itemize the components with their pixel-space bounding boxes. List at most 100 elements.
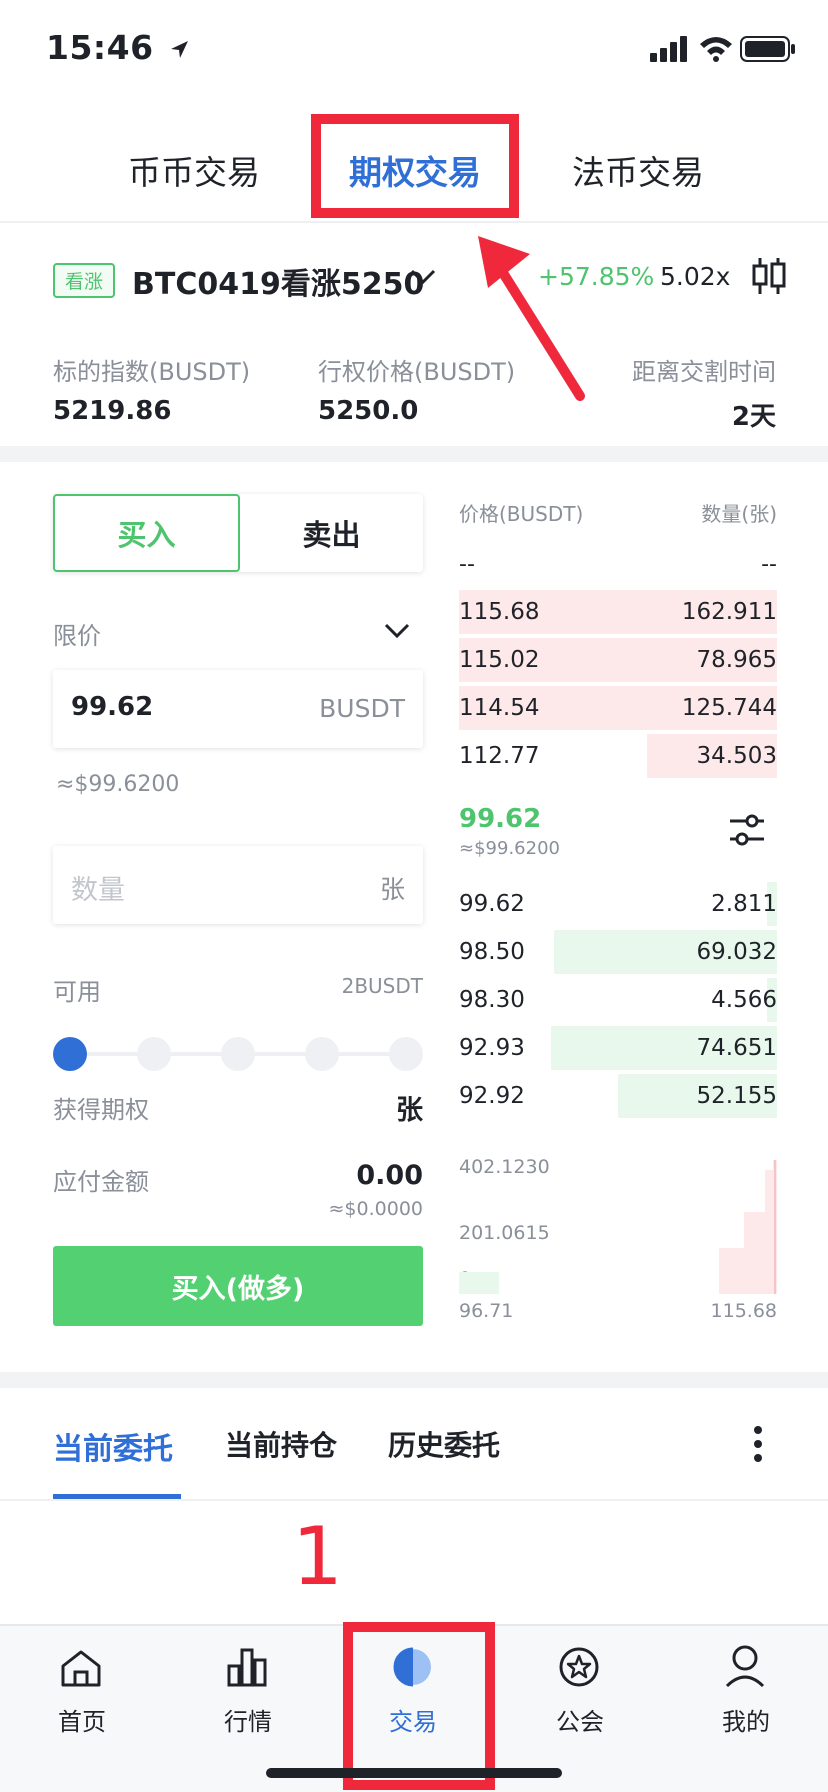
tab-market[interactable]: 行情 [198,1702,298,1737]
expiry-label: 距离交割时间 [632,358,776,386]
bid-price: 98.30 [459,987,525,1013]
ask-row[interactable]: 115.02 78.965 [459,638,777,682]
amount-slider-handle[interactable] [53,1037,87,1071]
ask-qty: 125.744 [681,695,777,721]
depth-ask-area [719,1160,777,1294]
payable-label: 应付金额 [53,1168,149,1196]
sell-tab[interactable]: 卖出 [240,494,423,572]
annotation-highlight-box-tabbar [343,1622,495,1790]
chart-icon [227,1648,267,1687]
depth-chart [459,1160,777,1294]
section-divider-2 [0,1372,828,1388]
obtain-label: 获得期权 [53,1096,149,1124]
chevron-down-icon[interactable] [410,268,436,286]
annotation-number: 1 [292,1510,343,1603]
slider-step-75[interactable] [305,1037,339,1071]
bid-price: 98.50 [459,939,525,965]
divider [0,221,828,223]
ask-qty: 78.965 [696,647,777,673]
bid-price: 92.93 [459,1035,525,1061]
last-price: 99.62 [459,804,542,834]
bid-row[interactable]: 98.50 69.032 [459,930,777,974]
leverage: 5.02x [660,262,731,291]
profile-icon [725,1645,765,1688]
bid-price: 99.62 [459,891,525,917]
ask-price: 115.68 [459,599,540,625]
ob-qty-header: 数量(张) [701,502,777,526]
available-value: 2BUSDT [341,974,423,998]
quantity-input[interactable]: 数量 张 [53,846,423,924]
last-price-usd: ≈$99.6200 [459,838,560,859]
slider-step-50[interactable] [221,1037,255,1071]
battery-icon [740,36,795,62]
quantity-placeholder: 数量 [71,875,125,906]
bid-row[interactable]: 98.30 4.566 [459,978,777,1022]
bid-qty: 4.566 [711,987,777,1013]
strike-value: 5250.0 [318,396,419,426]
tab-profile[interactable]: 我的 [696,1702,796,1737]
tab-home[interactable]: 首页 [32,1702,132,1737]
ask-qty: 34.503 [696,743,777,769]
ob-price-header: 价格(BUSDT) [459,502,584,526]
tab-current-orders[interactable]: 当前委托 [53,1424,173,1468]
index-value: 5219.86 [53,396,172,426]
strike-label: 行权价格(BUSDT) [318,358,516,386]
depth-x-label-max: 115.68 [710,1300,777,1322]
more-options-icon[interactable] [750,1424,766,1464]
bid-row[interactable]: 92.92 52.155 [459,1074,777,1118]
bid-qty: 74.651 [696,1035,777,1061]
price-usd: ≈$99.6200 [56,772,180,797]
ask-row[interactable]: 115.68 162.911 [459,590,777,634]
wifi-icon [700,37,732,62]
guild-icon [559,1647,599,1687]
ask-row[interactable]: 114.54 125.744 [459,686,777,730]
expiry-value: 2天 [731,402,776,432]
ob-placeholder-qty: -- [761,552,777,577]
buy-tab[interactable]: 买入 [53,494,240,572]
contract-name[interactable]: BTC0419看涨5250 [132,259,424,303]
tab-current-positions[interactable]: 当前持仓 [225,1424,337,1464]
bid-qty: 52.155 [696,1083,777,1109]
buy-sell-toggle: 买入 卖出 [53,494,423,572]
payable-usd: ≈$0.0000 [328,1198,424,1220]
annotation-highlight-box [311,114,519,218]
tab-guild[interactable]: 公会 [530,1702,630,1737]
slider-step-25[interactable] [137,1037,171,1071]
payable-value: 0.00 [356,1160,423,1191]
cellular-signal-icon [650,36,687,62]
depth-settings-icon[interactable] [728,812,766,848]
bid-row[interactable]: 99.62 2.811 [459,882,777,926]
bid-row[interactable]: 92.93 74.651 [459,1026,777,1070]
price-value: 99.62 [71,692,154,722]
buy-long-button[interactable]: 买入(做多) [53,1246,423,1326]
index-label: 标的指数(BUSDT) [53,358,251,386]
ask-price: 112.77 [459,743,540,769]
available-label: 可用 [53,978,101,1006]
divider [0,1499,828,1501]
ob-placeholder-price: -- [459,552,475,577]
price-input[interactable]: 99.62 BUSDT [53,670,423,748]
ask-row[interactable]: 112.77 34.503 [459,734,777,778]
bid-qty: 2.811 [711,891,777,917]
home-icon [61,1650,101,1687]
location-arrow-icon [170,40,188,58]
obtain-unit: 张 [396,1095,423,1126]
depth-bid-area [459,1272,499,1294]
section-divider [0,446,828,462]
slider-step-100[interactable] [389,1037,423,1071]
order-type-chevron-icon[interactable] [384,622,410,640]
call-badge: 看涨 [53,263,116,298]
tab-coin-trading[interactable]: 币币交易 [128,146,260,194]
order-type-label[interactable]: 限价 [53,616,101,651]
home-indicator [266,1768,562,1778]
candlestick-icon[interactable] [752,256,786,296]
tab-order-history[interactable]: 历史委托 [388,1424,500,1464]
tab-fiat-trading[interactable]: 法币交易 [572,146,704,194]
depth-x-label-min: 96.71 [459,1300,514,1322]
bid-price: 92.92 [459,1083,525,1109]
bid-qty: 69.032 [696,939,777,965]
ask-price: 114.54 [459,695,540,721]
ask-price: 115.02 [459,647,540,673]
price-unit: BUSDT [319,694,405,723]
quantity-unit: 张 [379,875,405,904]
